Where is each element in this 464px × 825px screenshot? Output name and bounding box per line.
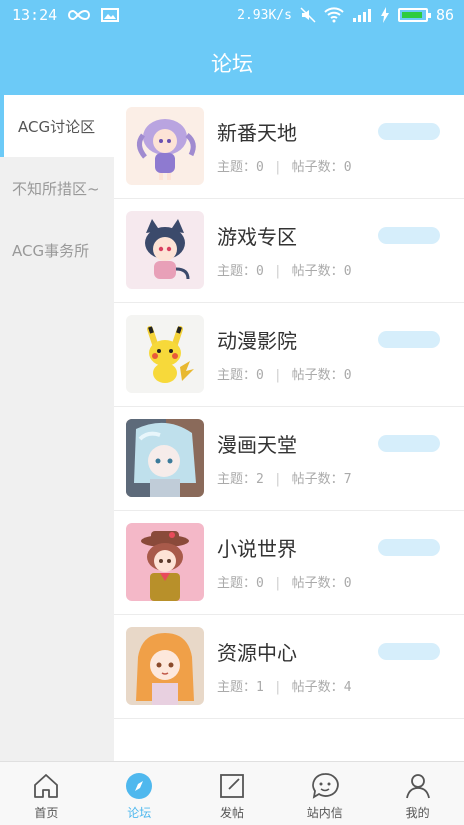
forum-avatar <box>126 523 204 601</box>
status-bar: 13:24 2.93K/s 86 <box>0 0 464 32</box>
image-icon <box>101 8 120 22</box>
forum-avatar <box>126 419 204 497</box>
post-count: 7 <box>343 472 352 487</box>
status-pill <box>378 227 440 244</box>
topic-count: 2 <box>256 472 264 487</box>
tab-post[interactable]: 发帖 <box>186 762 279 825</box>
tab-label: 我的 <box>405 806 430 820</box>
app-header: 13:24 2.93K/s 86 论坛 <box>0 0 464 95</box>
bottom-tab-bar: 首页 论坛 发帖 站内信 我的 <box>0 761 464 825</box>
infinity-icon <box>68 9 91 21</box>
forum-stats: 主题：0 | 帖子数：0 <box>217 368 352 383</box>
sidebar-item-acg-office[interactable]: ACG事务所 <box>0 219 114 281</box>
status-pill <box>378 643 440 660</box>
post-count: 0 <box>343 264 352 279</box>
status-pill <box>378 123 440 140</box>
forum-avatar <box>126 627 204 705</box>
user-icon <box>405 774 430 799</box>
forum-row[interactable]: 资源中心 主题：1 | 帖子数：4 <box>114 615 464 719</box>
forum-stats: 主题：0 | 帖子数：0 <box>217 160 352 175</box>
status-time: 13:24 <box>12 6 58 24</box>
forum-row[interactable]: 动漫影院 主题：0 | 帖子数：0 <box>114 303 464 407</box>
battery-level: 86 <box>435 6 454 24</box>
message-face-icon <box>311 773 339 799</box>
forum-stats: 主题：0 | 帖子数：0 <box>217 264 352 279</box>
battery-icon <box>397 8 431 22</box>
forum-stats: 主题：1 | 帖子数：4 <box>217 680 352 695</box>
status-pill <box>378 435 440 452</box>
forum-avatar <box>126 211 204 289</box>
post-count: 0 <box>343 576 352 591</box>
forum-stats: 主题：2 | 帖子数：7 <box>217 472 352 487</box>
topic-count: 1 <box>256 680 264 695</box>
network-speed: 2.93K/s <box>237 7 292 23</box>
topic-count: 0 <box>256 264 264 279</box>
topic-count: 0 <box>256 160 264 175</box>
forum-list: 新番天地 主题：0 | 帖子数：0 游戏专区 主题：0 | 帖子数：0 动漫影院… <box>114 95 464 761</box>
tab-messages[interactable]: 站内信 <box>278 762 371 825</box>
tab-label: 发帖 <box>219 806 244 820</box>
compass-icon <box>126 773 153 799</box>
sidebar-item-label: 不知所措区~ <box>12 179 100 198</box>
forum-name: 漫画天堂 <box>217 433 297 457</box>
post-count: 0 <box>343 368 352 383</box>
post-count: 0 <box>343 160 352 175</box>
sidebar-item-label: ACG讨论区 <box>18 117 96 136</box>
forum-row[interactable]: 小说世界 主题：0 | 帖子数：0 <box>114 511 464 615</box>
sidebar-item-confused[interactable]: 不知所措区~ <box>0 157 114 219</box>
forum-name: 小说世界 <box>217 537 297 561</box>
forum-avatar <box>126 107 204 185</box>
tab-label: 论坛 <box>127 806 152 820</box>
topic-count: 0 <box>256 368 264 383</box>
forum-row[interactable]: 新番天地 主题：0 | 帖子数：0 <box>114 95 464 199</box>
category-sidebar: ACG讨论区 不知所措区~ ACG事务所 <box>0 95 114 761</box>
tab-profile[interactable]: 我的 <box>371 762 464 825</box>
sidebar-item-acg-discussion[interactable]: ACG讨论区 <box>0 95 114 157</box>
status-pill <box>378 331 440 348</box>
forum-name: 资源中心 <box>217 641 297 665</box>
forum-name: 新番天地 <box>217 121 297 145</box>
charging-icon <box>380 7 389 23</box>
forum-name: 游戏专区 <box>217 225 297 249</box>
status-pill <box>378 539 440 556</box>
forum-row[interactable]: 游戏专区 主题：0 | 帖子数：0 <box>114 199 464 303</box>
edit-icon <box>220 774 244 798</box>
wifi-icon <box>324 7 344 23</box>
home-icon <box>34 774 59 798</box>
mute-icon <box>300 7 316 23</box>
forum-name: 动漫影院 <box>217 329 297 353</box>
tab-home[interactable]: 首页 <box>0 762 93 825</box>
tab-forum[interactable]: 论坛 <box>93 762 186 825</box>
tab-label: 首页 <box>34 806 59 820</box>
forum-row[interactable]: 漫画天堂 主题：2 | 帖子数：7 <box>114 407 464 511</box>
sidebar-item-label: ACG事务所 <box>12 241 90 260</box>
topic-count: 0 <box>256 576 264 591</box>
signal-icon <box>352 9 371 22</box>
page-title: 论坛 <box>211 52 253 76</box>
tab-label: 站内信 <box>306 806 343 820</box>
post-count: 4 <box>343 680 352 695</box>
forum-stats: 主题：0 | 帖子数：0 <box>217 576 352 591</box>
forum-avatar <box>126 315 204 393</box>
